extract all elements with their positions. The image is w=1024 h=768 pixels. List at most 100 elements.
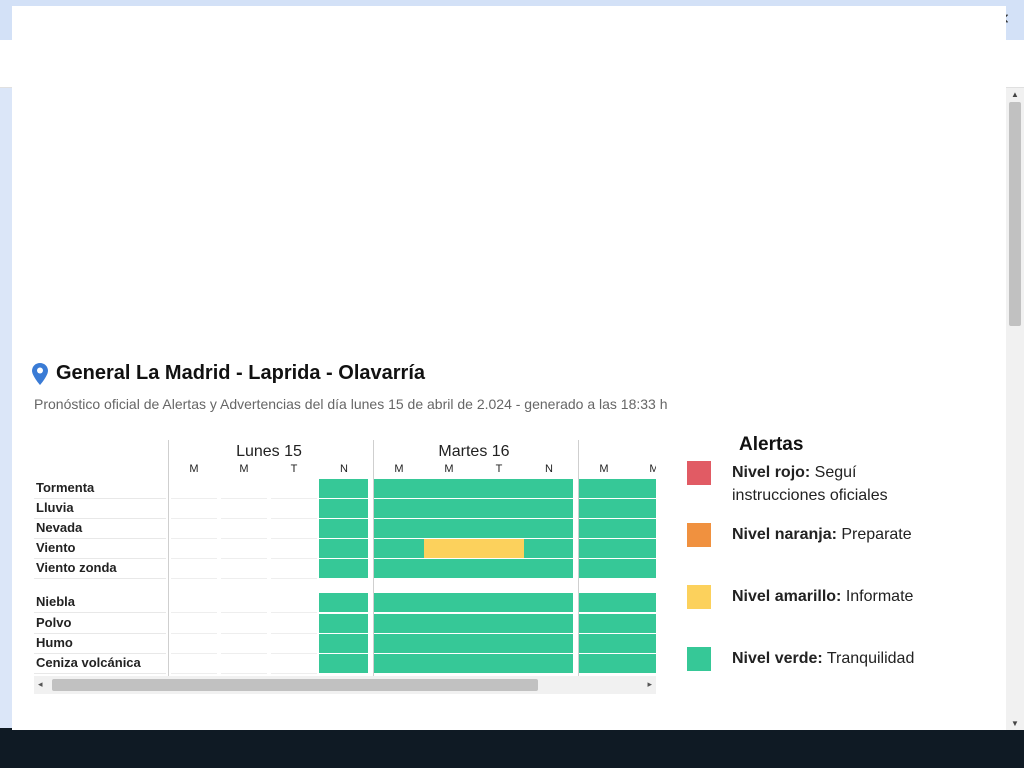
time-slot-label: M — [444, 463, 454, 475]
alert-cell-verde[interactable] — [629, 593, 656, 612]
alert-cell-verde[interactable] — [374, 499, 424, 518]
alert-cell-verde[interactable] — [319, 614, 368, 633]
alert-cell-verde[interactable] — [424, 593, 474, 612]
alert-cell-verde[interactable] — [474, 519, 524, 538]
alert-cell-verde[interactable] — [629, 559, 656, 578]
alert-cell-verde[interactable] — [524, 499, 573, 518]
alert-cell-verde[interactable] — [579, 593, 629, 612]
alert-cell-verde[interactable] — [374, 654, 424, 673]
alert-cell-verde[interactable] — [579, 519, 629, 538]
alert-cell-verde[interactable] — [474, 614, 524, 633]
empty-cell — [221, 612, 267, 613]
alert-cell-verde[interactable] — [474, 559, 524, 578]
day-separator — [168, 440, 169, 676]
alert-cell-verde[interactable] — [374, 559, 424, 578]
alert-cell-verde[interactable] — [319, 593, 368, 612]
alert-cell-verde[interactable] — [474, 634, 524, 653]
alert-cell-verde[interactable] — [424, 559, 474, 578]
alert-cell-verde[interactable] — [524, 654, 573, 673]
alert-cell-verde[interactable] — [319, 479, 368, 498]
location-header: General La Madrid - Laprida - Olavarría — [32, 362, 425, 385]
horizontal-scrollbar[interactable]: ◂ ▸ — [34, 676, 656, 694]
empty-cell — [171, 612, 217, 613]
alert-cell-verde[interactable] — [474, 499, 524, 518]
alert-cell-verde[interactable] — [424, 654, 474, 673]
alert-cell-verde[interactable] — [579, 614, 629, 633]
row-separator — [34, 633, 166, 634]
alert-cell-verde[interactable] — [524, 539, 573, 558]
empty-cell — [171, 518, 217, 519]
alert-cell-verde[interactable] — [629, 539, 656, 558]
alert-cell-verde[interactable] — [579, 654, 629, 673]
alert-cell-verde[interactable] — [524, 479, 573, 498]
alert-cell-verde[interactable] — [629, 614, 656, 633]
alert-cell-verde[interactable] — [424, 519, 474, 538]
alert-cell-verde[interactable] — [524, 634, 573, 653]
alert-cell-verde[interactable] — [374, 593, 424, 612]
alert-cell-verde[interactable] — [319, 654, 368, 673]
alert-cell-verde[interactable] — [579, 539, 629, 558]
empty-cell — [171, 578, 217, 579]
empty-cell — [271, 612, 317, 613]
alert-cell-verde[interactable] — [579, 479, 629, 498]
row-label-humo: Humo — [36, 635, 73, 650]
alert-cell-verde[interactable] — [579, 634, 629, 653]
legend-swatch-rojo — [687, 461, 711, 485]
alert-cell-verde[interactable] — [524, 614, 573, 633]
alert-cell-verde[interactable] — [524, 559, 573, 578]
alert-cell-verde[interactable] — [424, 499, 474, 518]
scroll-right-icon[interactable]: ▸ — [647, 679, 652, 690]
alert-cell-verde[interactable] — [579, 559, 629, 578]
alert-cell-verde[interactable] — [319, 499, 368, 518]
page-scrollbar-thumb[interactable] — [1009, 102, 1021, 326]
alert-cell-verde[interactable] — [524, 519, 573, 538]
scroll-up-icon[interactable]: ▲ — [1011, 90, 1019, 99]
empty-cell — [271, 498, 317, 499]
alert-cell-verde[interactable] — [629, 634, 656, 653]
alert-cell-amarillo[interactable] — [474, 539, 524, 558]
alert-cell-verde[interactable] — [524, 593, 573, 612]
row-label-nevada: Nevada — [36, 520, 83, 535]
alert-cell-verde[interactable] — [424, 479, 474, 498]
time-slot-label: N — [545, 463, 553, 475]
alert-cell-verde[interactable] — [374, 539, 424, 558]
row-label-tormenta: Tormenta — [36, 480, 95, 495]
empty-cell — [271, 653, 317, 654]
scrollbar-thumb[interactable] — [52, 679, 538, 691]
time-slot-label: M — [189, 463, 199, 475]
legend-text: Nivel naranja: Preparate — [732, 523, 932, 546]
alert-cell-verde[interactable] — [579, 499, 629, 518]
location-title: General La Madrid - Laprida - Olavarría — [56, 362, 426, 384]
alert-cell-verde[interactable] — [629, 654, 656, 673]
alert-cell-verde[interactable] — [374, 614, 424, 633]
forecast-subtitle: Pronóstico oficial de Alertas y Adverten… — [34, 396, 668, 412]
alert-cell-verde[interactable] — [374, 479, 424, 498]
scroll-left-icon[interactable]: ◂ — [38, 679, 43, 690]
alert-grid[interactable]: Lunes 15 M M T N Martes 16 M M T N Mié M M Tormenta Ll… — [34, 434, 656, 690]
alert-cell-amarillo[interactable] — [424, 539, 474, 558]
alert-cell-verde[interactable] — [319, 519, 368, 538]
alert-cell-verde[interactable] — [629, 479, 656, 498]
alert-cell-verde[interactable] — [319, 634, 368, 653]
time-slot-label: T — [290, 463, 298, 475]
page-scrollbar[interactable]: ▲ ▼ — [1006, 88, 1024, 730]
alert-cell-verde[interactable] — [319, 559, 368, 578]
time-slot-label: N — [340, 463, 348, 475]
alert-cell-verde[interactable] — [319, 539, 368, 558]
time-slot-label: M — [394, 463, 404, 475]
alert-cell-verde[interactable] — [374, 519, 424, 538]
alert-cell-verde[interactable] — [474, 479, 524, 498]
legend-swatch-verde — [687, 647, 711, 671]
alert-cell-verde[interactable] — [474, 593, 524, 612]
alert-cell-verde[interactable] — [629, 499, 656, 518]
alert-cell-verde[interactable] — [629, 519, 656, 538]
empty-cell — [271, 538, 317, 539]
alert-cell-verde[interactable] — [374, 634, 424, 653]
alert-cell-verde[interactable] — [424, 614, 474, 633]
alert-cell-verde[interactable] — [474, 654, 524, 673]
empty-cell — [171, 673, 217, 674]
scroll-down-icon[interactable]: ▼ — [1011, 719, 1019, 728]
alert-cell-verde[interactable] — [424, 634, 474, 653]
empty-cell — [171, 498, 217, 499]
row-label-niebla: Niebla — [36, 594, 76, 609]
